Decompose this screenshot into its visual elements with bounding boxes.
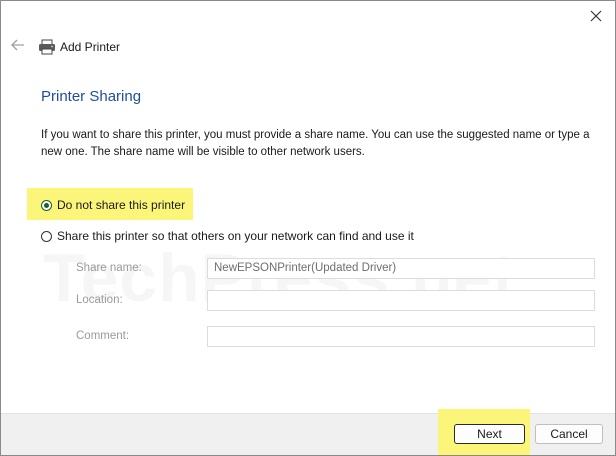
next-button[interactable]: Next — [454, 424, 525, 444]
add-printer-window: Add Printer Printer Sharing If you want … — [0, 0, 616, 456]
cancel-button[interactable]: Cancel — [535, 424, 603, 444]
comment-label: Comment: — [76, 330, 130, 342]
back-button[interactable] — [10, 39, 26, 55]
share-name-field[interactable]: NewEPSONPrinter(Updated Driver) — [207, 258, 595, 279]
page-heading: Printer Sharing — [41, 88, 142, 105]
share-name-label: Share name: — [76, 262, 142, 274]
intro-text: If you want to share this printer, you m… — [41, 129, 590, 158]
close-icon — [590, 9, 602, 27]
location-label: Location: — [76, 294, 123, 306]
close-button[interactable] — [585, 7, 607, 29]
radio-do-not-share[interactable]: Do not share this printer — [41, 198, 185, 212]
back-arrow-icon — [11, 38, 25, 56]
location-field[interactable] — [207, 290, 595, 311]
radio-label-do-not-share: Do not share this printer — [57, 198, 186, 212]
window-title: Add Printer — [60, 40, 121, 54]
printer-icon — [38, 39, 56, 55]
radio-button-selected[interactable] — [41, 199, 52, 211]
comment-field[interactable] — [207, 326, 595, 347]
